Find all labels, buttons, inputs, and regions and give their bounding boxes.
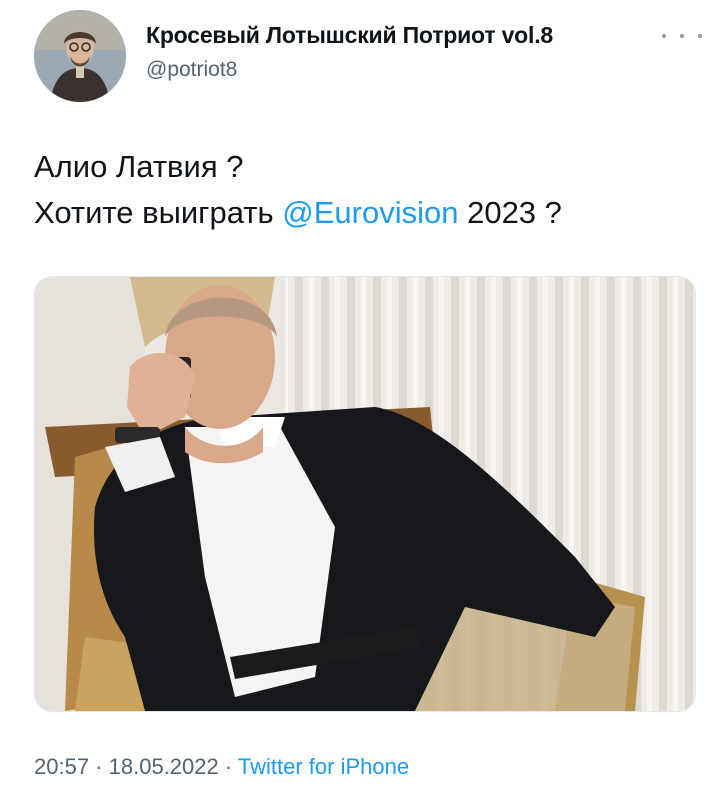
author-display-name[interactable]: Кросевый Лотышский Потриот vol.8 bbox=[146, 22, 553, 49]
author-handle[interactable]: @potriot8 bbox=[146, 58, 237, 82]
tweet-line-1: Алио Латвия ? bbox=[34, 149, 244, 184]
tweet-photo[interactable] bbox=[34, 276, 696, 712]
eurovision-mention-link[interactable]: @Eurovision bbox=[282, 195, 458, 230]
tweet-line-2: Хотите выиграть @Eurovision 2023 ? bbox=[34, 190, 704, 236]
tweet-line-2-suffix: 2023 ? bbox=[458, 195, 562, 230]
tweet-footer: 20:57 · 18.05.2022 · Twitter for iPhone bbox=[34, 754, 409, 780]
avatar-image bbox=[34, 10, 126, 102]
more-options-icon[interactable] bbox=[662, 24, 702, 48]
photo-illustration bbox=[35, 277, 695, 711]
avatar[interactable] bbox=[34, 10, 126, 102]
footer-separator: · bbox=[218, 754, 238, 779]
footer-separator: · bbox=[89, 754, 109, 779]
tweet-date[interactable]: 18.05.2022 bbox=[109, 754, 219, 779]
tweet-line-2-prefix: Хотите выиграть bbox=[34, 195, 283, 230]
tweet-source-link[interactable]: Twitter for iPhone bbox=[238, 754, 409, 779]
tweet-text: Алио Латвия ? Хотите выиграть @Eurovisio… bbox=[34, 144, 704, 236]
tweet-time[interactable]: 20:57 bbox=[34, 754, 89, 779]
